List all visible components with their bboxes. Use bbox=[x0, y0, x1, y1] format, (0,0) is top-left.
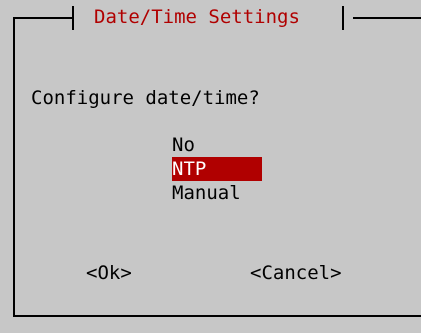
date-time-settings-dialog: Date/Time Settings Configure date/time? … bbox=[0, 0, 421, 333]
option-manual[interactable]: Manual bbox=[172, 181, 262, 205]
dialog-title: Date/Time Settings bbox=[94, 6, 300, 28]
option-menu: No NTP Manual bbox=[172, 133, 262, 205]
option-ntp[interactable]: NTP bbox=[172, 157, 262, 181]
cancel-button[interactable]: <Cancel> bbox=[250, 261, 342, 285]
dialog-frame-top-left bbox=[13, 17, 73, 19]
dialog-frame-left bbox=[13, 17, 15, 317]
title-tick-left bbox=[72, 6, 74, 30]
dialog-frame-top-right bbox=[353, 17, 421, 19]
dialog-frame-bottom bbox=[13, 315, 421, 317]
dialog-prompt: Configure date/time? bbox=[31, 87, 260, 109]
title-tick-right bbox=[342, 6, 344, 30]
ok-button[interactable]: <Ok> bbox=[86, 261, 132, 285]
option-no[interactable]: No bbox=[172, 133, 262, 157]
